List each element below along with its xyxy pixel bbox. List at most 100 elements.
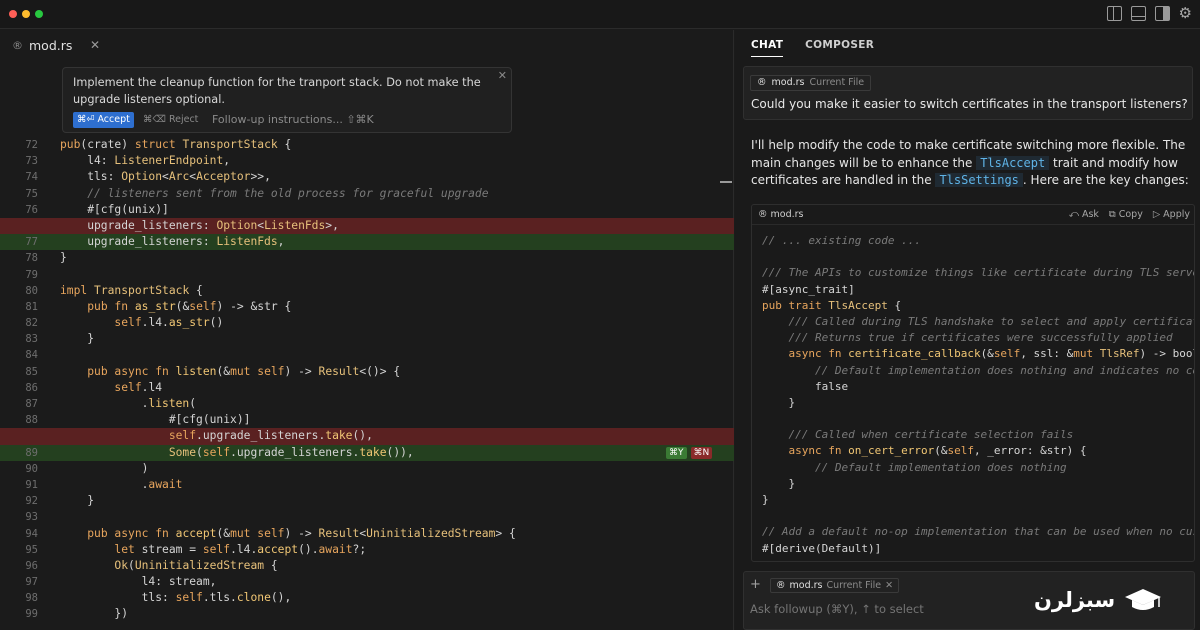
code-line: 94 pub async fn accept(&mut self) -> Res… [25, 526, 516, 540]
tab-chat[interactable]: CHAT [751, 39, 784, 57]
tab-label: mod.rs [29, 37, 73, 53]
code-line: 97 l4: stream, [25, 575, 217, 589]
tab-mod-rs[interactable]: ® mod.rs ✕ [0, 30, 112, 60]
toggle-panel-icon[interactable] [1130, 6, 1146, 21]
assistant-text: . Here are the key changes: [1022, 173, 1189, 187]
code-line: 92 } [25, 494, 95, 508]
gear-icon[interactable]: ⚙ [1179, 6, 1192, 21]
plus-icon[interactable]: + [750, 577, 761, 592]
zoom-window-button[interactable] [35, 10, 43, 18]
code-line: 80 impl TransportStack { [25, 283, 203, 297]
apply-label: Apply [1163, 209, 1190, 220]
ask-button[interactable]: ⤺ Ask [1069, 205, 1099, 225]
code-line: false [762, 379, 849, 393]
code-line: 96 Ok(UninitializedStream { [25, 558, 278, 572]
rust-file-icon: ® [757, 77, 767, 88]
code-editor: ® mod.rs ✕ Implement the cleanup functio… [0, 30, 734, 630]
code-line: // Add a default no-op implementation th… [762, 525, 1194, 539]
apply-button[interactable]: ▷ Apply [1153, 205, 1190, 225]
ask-label: Ask [1081, 209, 1099, 220]
copy-label: Copy [1118, 209, 1143, 220]
close-window-button[interactable] [9, 10, 17, 18]
copy-button[interactable]: ⧉ Copy [1109, 205, 1143, 225]
code-line: 88 #[cfg(unix)] [25, 413, 251, 427]
inline-code: TlsAccept [976, 155, 1050, 170]
code-line: 93 [25, 511, 38, 524]
file-chip[interactable]: ® mod.rs Current File ✕ [770, 578, 900, 593]
code-line: 79 [25, 268, 38, 281]
reject-change-badge[interactable]: ⌘N [690, 446, 713, 459]
code-line: #[derive(Default)] [762, 541, 882, 555]
file-chip-tag: Current File [826, 580, 882, 591]
user-message: ® mod.rs Current File Could you make it … [743, 66, 1193, 120]
code-line: 83 } [25, 332, 95, 346]
code-line: 90 ) [25, 461, 149, 475]
code-line: 87 .listen( [25, 397, 197, 410]
code-line: 75 // listeners sent from the old proces… [25, 186, 489, 200]
close-icon[interactable]: ✕ [90, 38, 100, 52]
file-chip[interactable]: ® mod.rs Current File [750, 75, 872, 91]
code-line: /// Called during TLS handshake to selec… [788, 314, 1195, 328]
code-block-file: ® mod.rs [758, 209, 804, 220]
code-line: } [762, 493, 769, 506]
code-line: 98 tls: self.tls.clone(), [25, 591, 292, 605]
code-line: } [762, 395, 796, 409]
accept-change-badge[interactable]: ⌘Y [666, 446, 687, 459]
minimize-window-button[interactable] [22, 10, 30, 18]
code-line: 76 #[cfg(unix)] [25, 202, 169, 216]
rust-file-icon: ® [12, 38, 23, 52]
removed-code-line: upgrade_listeners: Option<ListenFds>, [0, 217, 734, 235]
prompt-text: Implement the cleanup function for the t… [73, 76, 481, 106]
code-line: 84 [25, 349, 38, 362]
added-code-line: 89 Some(self.upgrade_listeners.take()), … [0, 444, 734, 461]
code-line: } [762, 476, 796, 490]
code-line: 99 }) [25, 607, 129, 621]
reject-button[interactable]: ⌘⌫ Reject [143, 112, 198, 128]
followup-composer: + ® mod.rs Current File ✕ سبزلرن [743, 571, 1195, 630]
code-line: 73 l4: ListenerEndpoint, [25, 154, 231, 168]
accept-button[interactable]: ⌘⏎ Accept [73, 112, 134, 128]
code-line: 72 pub(crate) struct TransportStack { [25, 138, 292, 151]
followup-input[interactable] [750, 602, 1080, 616]
close-icon[interactable]: ✕ [498, 69, 507, 82]
added-code-line: 77 upgrade_listeners: ListenFds, [0, 234, 734, 251]
code-line: /// Called when certificate selection fa… [788, 428, 1074, 442]
removed-code-line: self.upgrade_listeners.take(), [0, 428, 734, 445]
code-line: 74 tls: Option<Arc<Acceptor>>, [25, 170, 271, 184]
code-line: async fn on_cert_error(&self, _error: &s… [788, 444, 1087, 458]
followup-input[interactable]: Follow-up instructions... ⇧⌘K [212, 112, 374, 128]
code-line: 78} [25, 251, 67, 265]
assistant-message: I'll help modify the code to make certif… [751, 137, 1191, 190]
code-line: 81 pub fn as_str(&self) -> &str { [25, 299, 292, 313]
toggle-sidebar-icon[interactable] [1106, 6, 1122, 21]
inline-edit-prompt: Implement the cleanup function for the t… [62, 67, 512, 133]
code-block-file-label: mod.rs [770, 209, 804, 220]
file-chip-tag: Current File [809, 77, 865, 88]
code-area[interactable]: 72 pub(crate) struct TransportStack { 73 … [0, 137, 734, 630]
user-message-text: Could you make it easier to switch certi… [751, 97, 1188, 111]
code-line: // Default implementation does nothing a… [814, 363, 1194, 377]
brand-text: سبزلرن [1034, 588, 1116, 612]
tab-composer[interactable]: COMPOSER [805, 39, 874, 57]
code-line: /// Returns true if certificates were su… [788, 331, 1173, 345]
code-line: #[async_trait] [762, 282, 855, 296]
code-line: 82 self.l4.as_str() [25, 316, 224, 330]
scroll-marker [720, 181, 732, 183]
graduation-cap-icon [1125, 589, 1162, 610]
watermark-logo: سبزلرن [1034, 578, 1194, 622]
code-line: 95 let stream = self.l4.accept().await?; [25, 542, 367, 556]
code-line: 85 pub async fn listen(&mut self) -> Res… [25, 364, 401, 378]
file-chip-label: mod.rs [789, 580, 823, 591]
code-line: // ... existing code ... [762, 234, 921, 247]
inline-code: TlsSettings [935, 173, 1023, 187]
rust-file-icon: ® [776, 580, 786, 591]
toggle-secondary-sidebar-icon[interactable] [1154, 6, 1170, 21]
code-line: /// The APIs to customize things like ce… [762, 266, 1194, 280]
chat-panel: CHAT COMPOSER ® mod.rs Current File Coul… [735, 30, 1200, 630]
code-block: ® mod.rs ⤺ Ask ⧉ Copy ▷ Apply // ... exi… [751, 204, 1195, 562]
code-line: pub trait TlsAccept { [762, 298, 902, 312]
close-icon[interactable]: ✕ [885, 579, 893, 592]
